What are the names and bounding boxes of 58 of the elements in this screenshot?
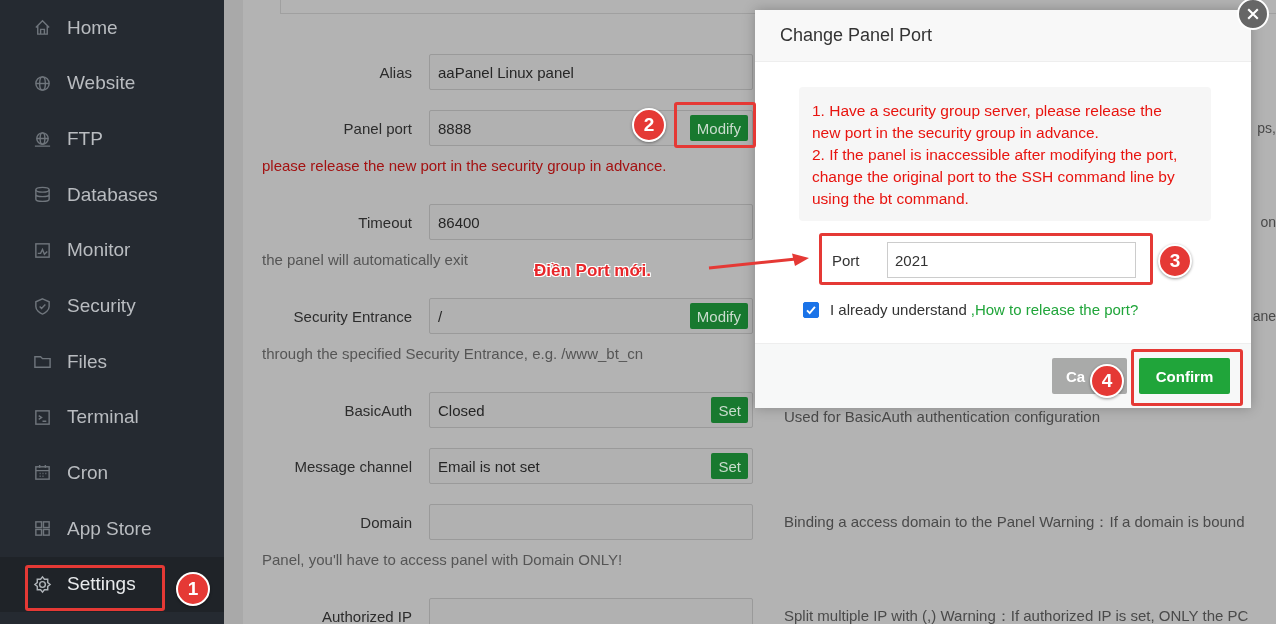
hint-text: Split multiple IP with (,) Warning：If authorized IP is set, ONLY the PC <box>784 606 1249 624</box>
input-field[interactable]: Email is not set Set <box>429 448 753 484</box>
hint-text: Used for BasicAuth authentication configuration <box>784 407 1101 425</box>
database-icon <box>33 185 52 205</box>
hint-text: ane <box>1252 308 1276 324</box>
sidebar-item[interactable]: Website <box>0 61 224 106</box>
note-text: Panel, you'll have to access panel with Domain ONLY! <box>262 550 623 570</box>
field-label: Message channel <box>293 457 412 475</box>
field-label: Port <box>832 251 861 269</box>
field-label: Timeout <box>357 213 412 231</box>
globe-icon <box>33 129 52 149</box>
field-label: BasicAuth <box>343 401 412 419</box>
action-button[interactable]: Set <box>711 453 748 479</box>
action-button[interactable]: Modify <box>689 115 748 141</box>
hint-text: Binding a access domain to the Panel Warning：If a domain is bound <box>784 512 1245 532</box>
sidebar-item[interactable]: App Store <box>0 506 224 551</box>
field-label: Panel port <box>342 119 412 137</box>
action-button[interactable]: Modify <box>689 303 748 329</box>
input-field[interactable] <box>429 598 753 624</box>
input-field[interactable]: aaPanel Linux panel <box>429 54 753 90</box>
home-icon <box>33 18 52 38</box>
note-text: the panel will automatically exit <box>262 250 468 270</box>
note-text: through the specified Security Entrance, e.g. /www_bt_cn <box>262 344 644 364</box>
callout-text: Điền Port mới. <box>534 261 651 281</box>
input-field[interactable] <box>429 504 753 540</box>
sidebar-item[interactable]: Home <box>0 6 224 50</box>
chart-icon <box>33 240 52 260</box>
sidebar-item[interactable]: FTP <box>0 117 224 161</box>
sidebar-item[interactable]: Databases <box>0 172 224 217</box>
action-button[interactable]: Set <box>711 397 748 423</box>
sidebar-item[interactable]: Monitor <box>0 228 224 273</box>
input-field[interactable]: 86400 <box>429 204 753 240</box>
hint-text: ps, <box>1257 120 1276 136</box>
terminal-icon <box>33 407 52 427</box>
warning-text: 1. Have a security group server, please release the new port in the security group in advance. <box>812 101 1163 143</box>
field-label: Domain <box>359 513 412 531</box>
shield-icon <box>33 296 52 316</box>
hint-text: on <box>1260 214 1276 230</box>
field-label: Alias <box>378 63 412 81</box>
settings-icon <box>33 574 52 594</box>
input-field[interactable]: Closed Set <box>429 392 753 428</box>
checkbox[interactable] <box>803 301 819 318</box>
dialog-title: Change Panel Port <box>780 25 933 46</box>
sidebar-item[interactable]: Security <box>0 284 224 328</box>
checkbox-label: I already understand <box>830 301 967 318</box>
port-field[interactable]: 2021 <box>887 242 1136 278</box>
field-label: Authorized IP <box>320 607 412 624</box>
grid-icon <box>33 519 52 539</box>
sidebar-item[interactable]: Files <box>0 339 224 384</box>
close-icon <box>1245 6 1261 22</box>
globe-icon <box>33 73 52 93</box>
sidebar-item[interactable]: Terminal <box>0 395 224 440</box>
warning-text: 2. If the panel is inaccessible after modifying the port, change the original port to the SSH command line by using the bt command. <box>812 145 1179 209</box>
note-text: please release the new port in the security group in advance. <box>262 156 667 176</box>
sidebar-item[interactable]: Cron <box>0 451 224 495</box>
calendar-icon <box>33 463 52 483</box>
input-field[interactable]: / Modify <box>429 298 753 334</box>
field-label: Security Entrance <box>292 307 412 325</box>
